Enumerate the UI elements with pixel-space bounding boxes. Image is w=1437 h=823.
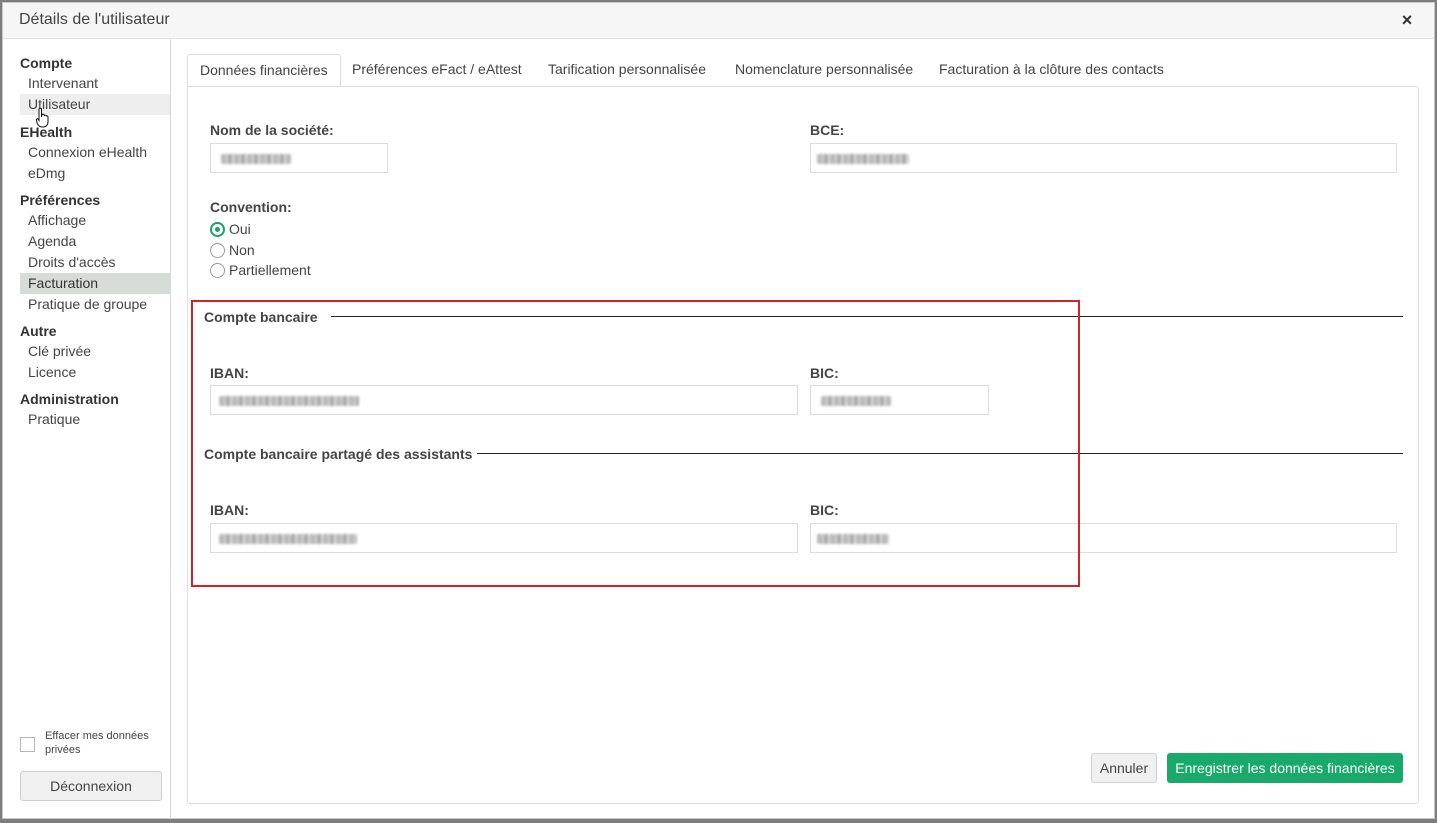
sidebar-footer: Effacer mes données privées Déconnexion <box>20 729 165 801</box>
tab-tarification[interactable]: Tarification personnalisée <box>536 54 718 87</box>
tab-nomenclature[interactable]: Nomenclature personnalisée <box>723 54 925 87</box>
sidebar-group-title: Autre <box>20 323 57 339</box>
user-details-dialog: Détails de l'utilisateur × Compte Interv… <box>2 2 1435 819</box>
sidebar-group-preferences: Préférences Affichage Agenda Droits d'ac… <box>3 190 170 315</box>
convention-option-non[interactable]: Non <box>210 242 255 258</box>
redacted-value <box>817 154 909 164</box>
close-icon[interactable]: × <box>1398 10 1416 30</box>
sidebar-group-title: Administration <box>20 391 119 407</box>
sidebar-group-title: Compte <box>20 55 73 71</box>
sidebar-item-agenda[interactable]: Agenda <box>3 231 170 252</box>
convention-option-partiellement[interactable]: Partiellement <box>210 262 311 278</box>
radio-button[interactable] <box>210 242 225 258</box>
cancel-button[interactable]: Annuler <box>1091 753 1157 783</box>
radio-label: Oui <box>229 221 251 237</box>
convention-option-oui[interactable]: Oui <box>210 221 251 237</box>
hand-cursor-icon <box>36 108 49 128</box>
sidebar-group-administration: Administration Pratique <box>3 389 170 430</box>
save-financial-data-button[interactable]: Enregistrer les données financières <box>1167 753 1403 783</box>
sidebar-group-compte: Compte Intervenant Utilisateur <box>3 53 170 115</box>
bce-field[interactable] <box>810 143 1397 173</box>
sidebar-item-facturation[interactable]: Facturation <box>20 273 170 294</box>
tab-donnees-financieres[interactable]: Données financières <box>187 54 341 87</box>
radio-label: Partiellement <box>229 262 311 278</box>
sidebar-item-edmg[interactable]: eDmg <box>3 163 170 184</box>
sidebar-item-connexion-ehealth[interactable]: Connexion eHealth <box>3 142 170 163</box>
sidebar-item-pratique[interactable]: Pratique <box>3 409 170 430</box>
company-name-field[interactable] <box>210 143 388 173</box>
bce-label: BCE: <box>810 122 845 138</box>
sidebar-group-autre: Autre Clé privée Licence <box>3 321 170 383</box>
radio-button[interactable] <box>210 221 225 237</box>
tab-preferences-efact[interactable]: Préférences eFact / eAttest <box>340 54 534 87</box>
tab-facturation-cloture[interactable]: Facturation à la clôture des contacts <box>927 54 1176 87</box>
sidebar-item-affichage[interactable]: Affichage <box>3 210 170 231</box>
logout-button[interactable]: Déconnexion <box>20 771 162 801</box>
sidebar-item-droits-acces[interactable]: Droits d'accès <box>3 252 170 273</box>
clear-private-data-label: Effacer mes données privées <box>45 730 149 756</box>
sidebar-item-intervenant[interactable]: Intervenant <box>3 73 170 94</box>
dialog-titlebar: Détails de l'utilisateur × <box>3 3 1434 39</box>
radio-label: Non <box>229 242 255 258</box>
sidebar-group-title: Préférences <box>20 192 101 208</box>
dialog-title: Détails de l'utilisateur <box>19 11 170 28</box>
sidebar-group-title: EHealth <box>20 124 73 140</box>
sidebar-item-pratique-de-groupe[interactable]: Pratique de groupe <box>3 294 170 315</box>
clear-private-data-checkbox[interactable] <box>20 737 35 752</box>
sidebar-group-ehealth: EHealth Connexion eHealth eDmg <box>3 122 170 184</box>
redacted-value <box>221 154 291 164</box>
convention-label: Convention: <box>210 199 292 215</box>
company-name-label: Nom de la société: <box>210 122 334 138</box>
radio-button[interactable] <box>210 262 225 278</box>
sidebar-item-cle-privee[interactable]: Clé privée <box>3 341 170 362</box>
sidebar-item-licence[interactable]: Licence <box>3 362 170 383</box>
sidebar: Compte Intervenant Utilisateur EHealth C… <box>3 39 171 819</box>
clear-private-data-row: Effacer mes données privées <box>20 729 165 757</box>
highlight-annotation-box <box>191 300 1080 587</box>
